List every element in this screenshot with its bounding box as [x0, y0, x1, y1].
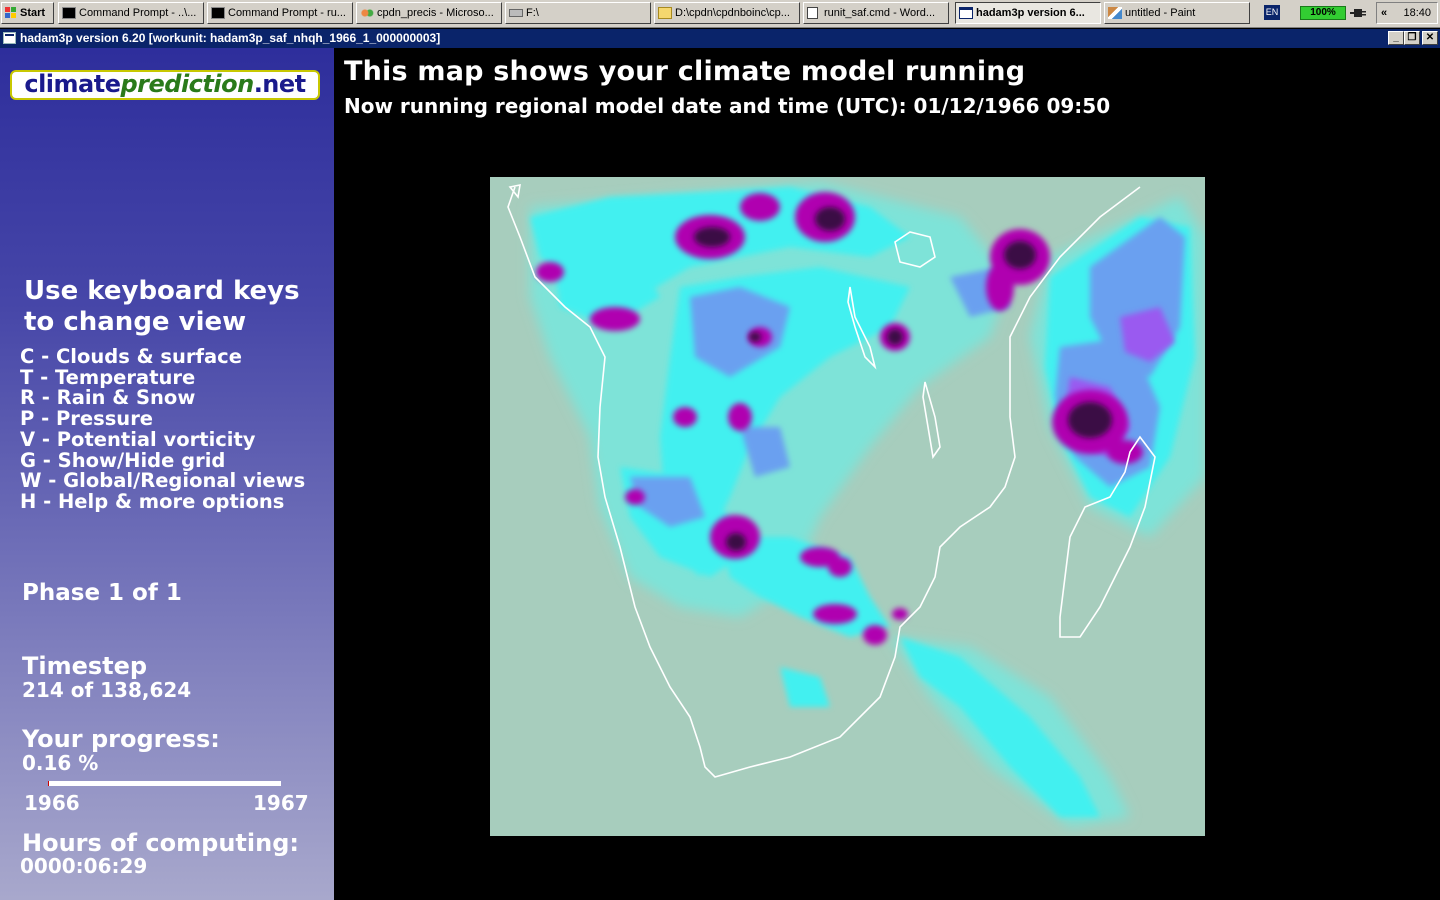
window-title: hadam3p version 6.20 [workunit: hadam3p_… — [20, 31, 441, 45]
close-button[interactable]: ✕ — [1422, 31, 1438, 45]
taskbar-item-word[interactable]: runit_saf.cmd - Word... — [803, 2, 949, 24]
window-icon — [959, 7, 973, 19]
console-icon — [62, 7, 76, 19]
computing-hours-label: Hours of computing: — [22, 829, 299, 857]
taskbar-item-command-prompt-1[interactable]: Command Prompt - ..\... — [58, 2, 204, 24]
map-title: This map shows your climate model runnin… — [344, 56, 1026, 87]
shortcut-pressure: P - Pressure — [20, 407, 154, 431]
keyboard-shortcut-list: C - Clouds & surface T - Temperature R -… — [20, 345, 306, 513]
windows-logo-icon — [5, 7, 17, 19]
shortcut-rain: R - Rain & Snow — [20, 386, 196, 410]
model-datetime: Now running regional model date and time… — [344, 94, 1111, 118]
progress-value: 0.16 % — [22, 751, 99, 775]
start-button[interactable]: Start — [1, 2, 54, 24]
restore-button[interactable]: ❐ — [1404, 31, 1420, 45]
system-tray: EN 100% « 18:40 — [1258, 2, 1438, 24]
shortcut-help: H - Help & more options — [20, 489, 285, 513]
start-label: Start — [20, 7, 46, 19]
timestep-value: 214 of 138,624 — [22, 678, 192, 702]
computing-hours-value: 0000:06:29 — [20, 854, 148, 878]
drive-icon — [509, 9, 523, 17]
paint-icon — [1108, 7, 1122, 19]
clock[interactable]: 18:40 — [1403, 3, 1431, 23]
document-app-icon — [360, 7, 374, 19]
window-title-bar[interactable]: hadam3p version 6.20 [workunit: hadam3p_… — [0, 29, 1440, 48]
document-icon — [807, 7, 818, 19]
phase-label: Phase 1 of 1 — [22, 580, 182, 606]
taskbar: Start Command Prompt - ..\... Command Pr… — [0, 0, 1440, 28]
info-sidebar: climateprediction.net Use keyboard keys … — [0, 48, 334, 900]
tray-expand-arrows[interactable]: « — [1381, 3, 1387, 23]
language-indicator[interactable]: EN — [1264, 5, 1280, 20]
console-icon — [211, 7, 225, 19]
taskbar-item-paint[interactable]: untitled - Paint — [1104, 2, 1250, 24]
power-plug-icon[interactable] — [1350, 6, 1366, 20]
progress-end-year: 1967 — [253, 791, 309, 815]
folder-icon — [658, 7, 672, 19]
app-window-icon[interactable] — [3, 32, 16, 44]
shortcut-clouds: C - Clouds & surface — [20, 345, 242, 368]
taskbar-item-folder[interactable]: D:\cpdn\cpdnboinc\cp... — [654, 2, 800, 24]
battery-indicator[interactable]: 100% — [1300, 6, 1346, 20]
progress-label: Your progress: — [22, 725, 220, 753]
taskbar-item-drive-f[interactable]: F:\ — [505, 2, 651, 24]
timestep-label: Timestep — [22, 652, 148, 680]
taskbar-item-cpdn-precis[interactable]: cpdn_precis - Microso... — [356, 2, 502, 24]
climateprediction-logo: climateprediction.net — [10, 70, 320, 100]
keyboard-help-heading: Use keyboard keys to change view — [24, 276, 300, 337]
taskbar-item-hadam3p[interactable]: hadam3p version 6... — [955, 2, 1101, 24]
taskbar-item-command-prompt-2[interactable]: Command Prompt - ru... — [207, 2, 353, 24]
clock-area: « 18:40 — [1376, 2, 1438, 24]
shortcut-temperature: T - Temperature — [20, 365, 196, 389]
minimize-button[interactable]: _ — [1388, 31, 1404, 45]
shortcut-views: W - Global/Regional views — [20, 469, 306, 493]
shortcut-grid: G - Show/Hide grid — [20, 448, 226, 472]
climate-map[interactable] — [490, 177, 1205, 836]
shortcut-vorticity: V - Potential vorticity — [20, 427, 256, 451]
progress-bar — [48, 781, 281, 786]
progress-start-year: 1966 — [24, 791, 80, 815]
